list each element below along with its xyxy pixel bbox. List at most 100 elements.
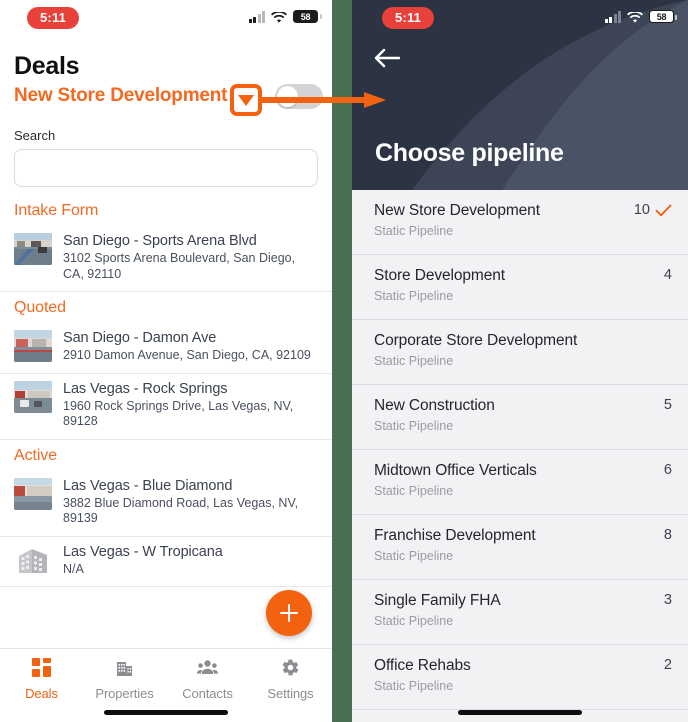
deals-list[interactable]: Intake Form San Diego - Sports Arena Blv… bbox=[0, 195, 332, 587]
pipeline-count: 10 bbox=[633, 202, 650, 218]
pipeline-count: 6 bbox=[663, 462, 672, 478]
building-icon bbox=[115, 658, 134, 682]
right-phone-screen: 5:11 58 Choose pipeline New Store Develo… bbox=[352, 0, 688, 722]
deal-thumbnail-storefront-photo bbox=[14, 477, 52, 510]
pipeline-subtitle: Static Pipeline bbox=[374, 289, 454, 303]
status-icons: 58 bbox=[248, 10, 322, 23]
deal-thumbnail-storefront-photo bbox=[14, 330, 52, 362]
deal-name: Las Vegas - Blue Diamond bbox=[63, 477, 233, 494]
tab-label: Properties bbox=[95, 686, 154, 701]
back-arrow-icon[interactable] bbox=[374, 48, 401, 68]
screenshot-root: 5:11 58 Deals New Store Development Map … bbox=[0, 0, 688, 722]
home-indicator bbox=[104, 710, 228, 715]
search-box[interactable] bbox=[14, 149, 318, 187]
chevron-down-icon[interactable] bbox=[238, 94, 254, 106]
checkmark-icon bbox=[655, 204, 672, 217]
cellular-signal-icon bbox=[604, 10, 621, 23]
header-title: Choose pipeline bbox=[375, 139, 564, 167]
tab-label: Settings bbox=[267, 686, 314, 701]
deal-thumbnail-storefront-photo bbox=[14, 233, 52, 265]
battery-icon: 58 bbox=[293, 10, 322, 23]
pipeline-row[interactable]: New Store Development Static Pipeline 10 bbox=[352, 190, 688, 255]
deal-thumbnail-storefront-photo bbox=[14, 380, 52, 413]
battery-icon: 58 bbox=[649, 10, 677, 23]
pipeline-count: 2 bbox=[663, 657, 672, 673]
plus-icon bbox=[279, 603, 299, 623]
pipeline-count: 5 bbox=[663, 397, 672, 413]
search-input[interactable] bbox=[15, 150, 317, 186]
pipeline-count: 8 bbox=[663, 527, 672, 543]
deal-address: 3102 Sports Arena Boulevard, San Diego, … bbox=[63, 251, 296, 281]
deal-name: San Diego - Sports Arena Blvd bbox=[63, 233, 257, 249]
pipeline-subtitle: Static Pipeline bbox=[374, 549, 454, 563]
pipeline-subtitle: Static Pipeline bbox=[374, 679, 454, 693]
pipeline-row[interactable]: Franchise Development Static Pipeline 8 bbox=[352, 515, 688, 580]
bottom-tab-bar: Deals Properties Contacts Settings bbox=[0, 648, 332, 722]
deal-address: 1960 Rock Springs Drive, Las Vegas, NV, … bbox=[63, 398, 294, 429]
tab-label: Deals bbox=[25, 686, 58, 701]
deal-name: San Diego - Damon Ave bbox=[63, 330, 217, 346]
pipeline-dropdown-caret-highlight[interactable] bbox=[230, 84, 262, 116]
pipeline-subtitle: Static Pipeline bbox=[374, 484, 454, 498]
pipeline-name: Franchise Development bbox=[374, 527, 536, 544]
pipeline-subtitle: Static Pipeline bbox=[374, 224, 454, 238]
section-header-intake-form: Intake Form bbox=[14, 202, 99, 219]
pipeline-count: 3 bbox=[663, 592, 672, 608]
status-icons: 58 bbox=[604, 10, 677, 23]
wifi-icon bbox=[627, 10, 643, 23]
pipeline-count: 4 bbox=[663, 267, 672, 283]
deal-address: 2910 Damon Avenue, San Diego, CA, 92109 bbox=[63, 348, 311, 362]
pipeline-count-wrap: 10 bbox=[634, 202, 672, 218]
pipeline-row[interactable]: Office Rehabs Static Pipeline 2 bbox=[352, 645, 688, 710]
annotation-arrow bbox=[258, 92, 386, 108]
page-title: Deals bbox=[14, 52, 80, 80]
left-phone-screen: 5:11 58 Deals New Store Development Map … bbox=[0, 0, 332, 722]
tab-deals[interactable]: Deals bbox=[0, 649, 83, 722]
tab-settings[interactable]: Settings bbox=[249, 649, 332, 722]
deal-name: Las Vegas - W Tropicana bbox=[63, 543, 223, 560]
pipeline-subtitle: Static Pipeline bbox=[374, 614, 454, 628]
add-deal-fab[interactable] bbox=[266, 590, 312, 636]
deal-row[interactable]: Las Vegas - Rock Springs 1960 Rock Sprin… bbox=[0, 374, 332, 440]
pipeline-subtitle: Static Pipeline bbox=[374, 354, 454, 368]
grid-icon bbox=[32, 658, 51, 682]
pipeline-row[interactable]: Single Family FHA Static Pipeline 3 bbox=[352, 580, 688, 645]
building-placeholder-icon bbox=[14, 544, 52, 576]
deal-row[interactable]: San Diego - Damon Ave 2910 Damon Avenue,… bbox=[0, 323, 332, 374]
deal-text: Las Vegas - Blue Diamond 3882 Blue Diamo… bbox=[63, 478, 318, 527]
panel-divider bbox=[332, 0, 352, 722]
deal-row[interactable]: Las Vegas - W Tropicana N/A bbox=[0, 537, 332, 587]
status-time: 5:11 bbox=[27, 7, 80, 29]
pipeline-name: Single Family FHA bbox=[374, 592, 501, 609]
pipeline-name: Midtown Office Verticals bbox=[374, 462, 537, 479]
pipeline-name: New Construction bbox=[374, 397, 495, 414]
status-time: 5:11 bbox=[382, 7, 435, 29]
home-indicator bbox=[458, 710, 582, 715]
search-label: Search bbox=[14, 128, 56, 143]
gear-icon bbox=[281, 658, 300, 682]
pipeline-subtitle: Static Pipeline bbox=[374, 419, 454, 433]
deal-address: 3882 Blue Diamond Road, Las Vegas, NV, 8… bbox=[63, 495, 299, 526]
deal-text: San Diego - Damon Ave 2910 Damon Avenue,… bbox=[63, 330, 318, 364]
right-status-bar: 5:11 58 bbox=[352, 0, 688, 40]
pipeline-name: Office Rehabs bbox=[374, 657, 471, 674]
pipeline-name: Corporate Store Development bbox=[374, 332, 578, 349]
deal-text: San Diego - Sports Arena Blvd 3102 Sport… bbox=[63, 233, 318, 282]
deal-address: N/A bbox=[63, 561, 84, 576]
people-icon bbox=[197, 658, 218, 682]
pipeline-selector-label[interactable]: New Store Development bbox=[14, 85, 228, 106]
cellular-signal-icon bbox=[248, 10, 265, 23]
tab-label: Contacts bbox=[182, 686, 233, 701]
deal-text: Las Vegas - W Tropicana N/A bbox=[63, 544, 318, 578]
section-header-active: Active bbox=[14, 446, 57, 464]
deal-text: Las Vegas - Rock Springs 1960 Rock Sprin… bbox=[63, 381, 318, 430]
deal-row[interactable]: San Diego - Sports Arena Blvd 3102 Sport… bbox=[0, 226, 332, 292]
pipeline-row[interactable]: Midtown Office Verticals Static Pipeline… bbox=[352, 450, 688, 515]
choose-pipeline-header: 5:11 58 Choose pipeline bbox=[352, 0, 688, 190]
pipeline-row[interactable]: New Construction Static Pipeline 5 bbox=[352, 385, 688, 450]
wifi-icon bbox=[271, 10, 287, 23]
pipeline-row[interactable]: Store Development Static Pipeline 4 bbox=[352, 255, 688, 320]
deal-row[interactable]: Las Vegas - Blue Diamond 3882 Blue Diamo… bbox=[0, 471, 332, 537]
pipeline-row[interactable]: Corporate Store Development Static Pipel… bbox=[352, 320, 688, 385]
pipeline-list[interactable]: New Store Development Static Pipeline 10… bbox=[352, 190, 688, 722]
